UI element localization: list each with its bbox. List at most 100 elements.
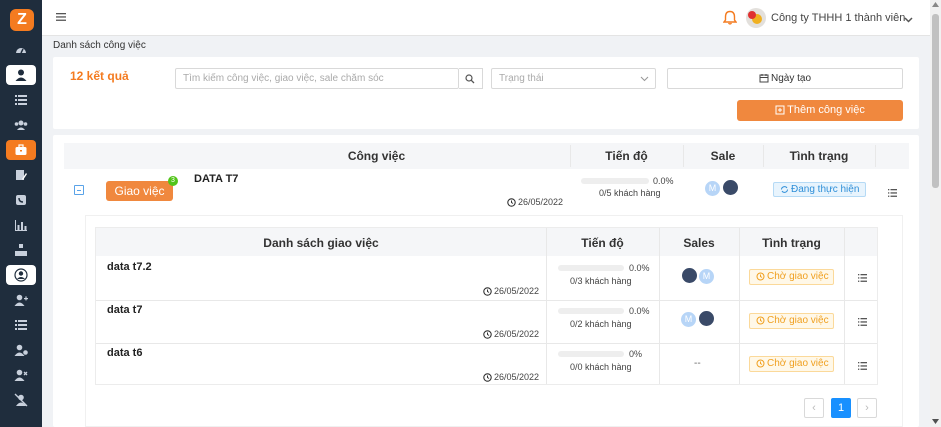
pagination-page[interactable]: 1 bbox=[831, 398, 851, 418]
pagination-prev[interactable]: ‹ bbox=[804, 398, 824, 418]
clock-icon bbox=[756, 272, 765, 281]
task-name[interactable]: DATA T7 bbox=[194, 173, 238, 185]
subtask-date: 26/05/2022 bbox=[483, 329, 539, 339]
clock-icon bbox=[507, 198, 516, 207]
avatar[interactable]: M bbox=[680, 311, 697, 328]
group-icon[interactable] bbox=[6, 115, 36, 135]
subtask-name[interactable]: data t7 bbox=[107, 304, 142, 316]
edit-icon[interactable] bbox=[6, 165, 36, 185]
sales-empty: -- bbox=[694, 358, 701, 369]
progress-text: 0/2 khách hàng bbox=[570, 319, 632, 329]
search-input[interactable]: Tìm kiếm công việc, giao việc, sale chăm… bbox=[175, 68, 459, 89]
scroll-down-icon[interactable] bbox=[932, 419, 939, 424]
kebab-list-icon[interactable] bbox=[858, 318, 867, 326]
list-icon[interactable] bbox=[6, 315, 36, 335]
progress-text: 0/5 khách hàng bbox=[599, 188, 661, 198]
scroll-up-icon[interactable] bbox=[932, 2, 939, 7]
clock-icon bbox=[483, 373, 492, 382]
avatar[interactable] bbox=[681, 267, 698, 284]
search-button[interactable] bbox=[459, 68, 483, 89]
breadcrumb: Danh sách công việc bbox=[53, 40, 146, 51]
collapse-toggle[interactable] bbox=[74, 185, 84, 195]
main-content: Danh sách công việc 12 kết quả Tìm kiếm … bbox=[42, 36, 930, 427]
user-off-icon[interactable] bbox=[6, 390, 36, 410]
status-label: Chờ giao việc bbox=[767, 315, 829, 326]
col-progress: Tiến độ bbox=[605, 149, 648, 163]
col-sale: Sale bbox=[710, 149, 736, 163]
assign-count-badge: 3 bbox=[168, 176, 178, 186]
subtask-date: 26/05/2022 bbox=[483, 372, 539, 382]
avatar[interactable] bbox=[746, 8, 766, 28]
status-label: Chờ giao việc bbox=[767, 271, 829, 282]
col-subtask-progress: Tiến độ bbox=[581, 236, 624, 250]
user-add-icon[interactable] bbox=[6, 290, 36, 310]
status-badge: Chờ giao việc bbox=[749, 356, 834, 372]
col-task: Công việc bbox=[347, 149, 406, 163]
subtask-table: Danh sách giao việc Tiến độ Sales Tình t… bbox=[95, 227, 878, 385]
result-count: 12 kết quả bbox=[70, 69, 129, 83]
list-icon[interactable] bbox=[6, 90, 36, 110]
status-badge: Chờ giao việc bbox=[749, 313, 834, 329]
subtask-date-value: 26/05/2022 bbox=[494, 329, 540, 339]
status-badge: Chờ giao việc bbox=[749, 269, 834, 285]
chevron-down-icon[interactable] bbox=[904, 14, 913, 26]
user-circle-icon[interactable] bbox=[6, 265, 36, 285]
col-subtask-sales: Sales bbox=[683, 236, 715, 250]
filter-card: 12 kết quả Tìm kiếm công việc, giao việc… bbox=[53, 57, 919, 129]
avatar[interactable] bbox=[698, 310, 715, 327]
sync-icon bbox=[781, 186, 788, 193]
progress-text: 0/0 khách hàng bbox=[570, 362, 632, 372]
pagination-next[interactable]: › bbox=[857, 398, 877, 418]
status-label: Đang thực hiện bbox=[791, 184, 860, 195]
progress-pct: 0% bbox=[629, 349, 643, 359]
bell-icon[interactable] bbox=[722, 10, 738, 28]
task-date-value: 26/05/2022 bbox=[518, 197, 564, 207]
subtask-date-value: 26/05/2022 bbox=[494, 286, 540, 296]
table-card: Công việc Tiến độ Sale Tình trạng Giao v… bbox=[53, 135, 919, 427]
col-subtask-list: Danh sách giao việc bbox=[263, 236, 379, 250]
add-task-button[interactable]: Thêm công việc bbox=[737, 100, 903, 121]
progress-pct: 0.0% bbox=[653, 176, 674, 186]
scrollbar[interactable] bbox=[930, 0, 941, 427]
date-filter[interactable]: Ngày tạo bbox=[667, 68, 903, 89]
logo-icon[interactable]: Z bbox=[10, 9, 34, 31]
phone-icon[interactable] bbox=[6, 190, 36, 210]
dashboard-icon[interactable] bbox=[6, 40, 36, 60]
subtask-name[interactable]: data t7.2 bbox=[107, 261, 152, 273]
user-icon[interactable] bbox=[6, 65, 36, 85]
col-subtask-status: Tình trạng bbox=[762, 236, 821, 250]
avatar[interactable]: M bbox=[698, 268, 715, 285]
menu-icon[interactable] bbox=[56, 12, 66, 25]
status-select[interactable]: Trạng thái bbox=[491, 68, 656, 89]
chart-icon[interactable] bbox=[6, 215, 36, 235]
avatar[interactable]: M bbox=[704, 180, 721, 197]
assign-button[interactable]: Giao việc bbox=[106, 181, 173, 201]
status-badge: Đang thực hiện bbox=[773, 182, 866, 197]
calendar-icon bbox=[759, 74, 769, 83]
user-remove-icon[interactable] bbox=[6, 365, 36, 385]
avatar[interactable] bbox=[722, 179, 739, 196]
progress-bar bbox=[581, 178, 649, 184]
progress-bar bbox=[558, 265, 624, 271]
search-icon bbox=[465, 74, 475, 84]
plus-square-icon bbox=[775, 105, 785, 115]
briefcase-icon[interactable] bbox=[6, 140, 36, 160]
add-task-label: Thêm công việc bbox=[787, 104, 865, 116]
kebab-list-icon[interactable] bbox=[888, 189, 897, 197]
user-check-icon[interactable] bbox=[6, 340, 36, 360]
progress-bar bbox=[558, 308, 624, 314]
kebab-list-icon[interactable] bbox=[858, 274, 867, 282]
company-name[interactable]: Công ty THHH 1 thành viên bbox=[771, 12, 905, 24]
sidebar: Z bbox=[0, 0, 42, 427]
kebab-list-icon[interactable] bbox=[858, 362, 867, 370]
clock-icon bbox=[756, 359, 765, 368]
clock-icon bbox=[756, 316, 765, 325]
chevron-down-icon bbox=[640, 76, 649, 82]
progress-text: 0/3 khách hàng bbox=[570, 276, 632, 286]
topbar: Công ty THHH 1 thành viên bbox=[42, 0, 930, 36]
status-label: Chờ giao việc bbox=[767, 358, 829, 369]
subtask-name[interactable]: data t6 bbox=[107, 347, 142, 359]
scrollbar-thumb[interactable] bbox=[932, 14, 939, 188]
org-icon[interactable] bbox=[6, 240, 36, 260]
progress-pct: 0.0% bbox=[629, 306, 650, 316]
